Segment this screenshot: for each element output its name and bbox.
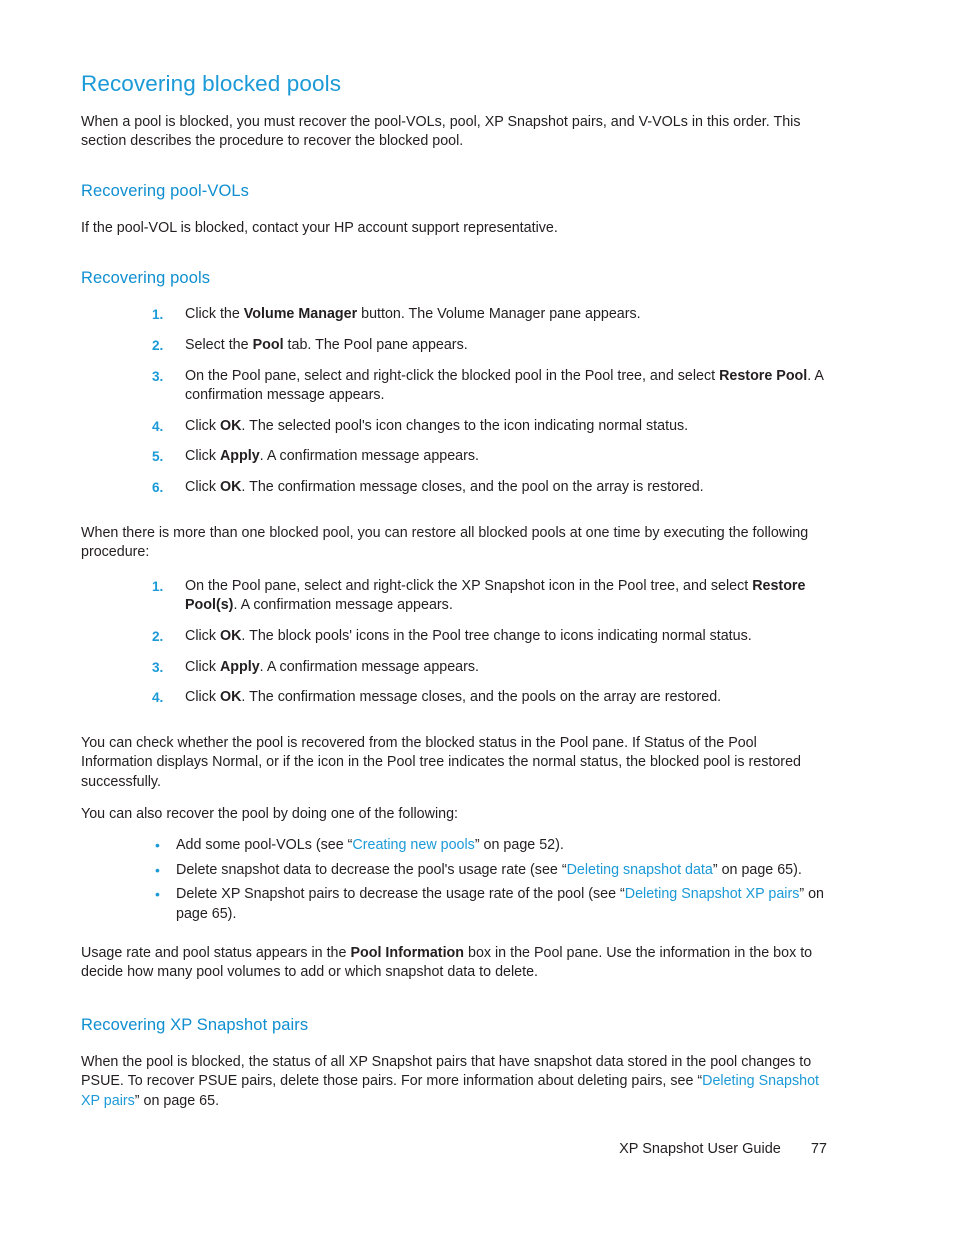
ui-control-name: Restore Pool: [719, 367, 808, 384]
list-item: 3. Click Apply. A confirmation message ap…: [152, 658, 831, 678]
cross-reference-link[interactable]: Creating new pools: [352, 837, 474, 853]
check-status-paragraph: You can check whether the pool is recove…: [81, 734, 801, 790]
list-item: 1. On the Pool pane, select and right-cli…: [152, 577, 831, 616]
usage-rate-paragraph: Usage rate and pool status appears in th…: [81, 944, 831, 983]
document-page: Recovering blocked pools When a pool is …: [0, 0, 954, 1235]
step-text: Click: [185, 417, 220, 434]
ui-control-name: OK: [219, 479, 242, 496]
step-number: 3.: [152, 659, 164, 675]
list-item: 6. Click OK. The confirmation message clo…: [152, 478, 831, 498]
section-heading-recovering-pools: Recovering pools: [81, 268, 211, 287]
bullet-icon: •: [155, 886, 160, 903]
bullet-icon: •: [155, 861, 160, 878]
multi-pool-intro-paragraph: When there is more than one blocked pool…: [81, 524, 809, 561]
list-item: 5. Click Apply. A confirmation message ap…: [152, 447, 831, 467]
steps-list-multi: 1. On the Pool pane, select and right-cli…: [152, 577, 831, 708]
step-number: 3.: [152, 368, 164, 384]
ui-control-name: OK: [219, 689, 242, 706]
page-footer: XP Snapshot User Guide 77: [0, 1141, 954, 1157]
ui-control-name: Apply: [219, 448, 260, 465]
page-content: Recovering blocked pools When a pool is …: [81, 71, 831, 1112]
bullet-text: ” on page 65).: [712, 861, 802, 878]
bullet-text: Delete snapshot data to decrease the poo…: [176, 861, 567, 878]
step-number: 2.: [152, 338, 164, 354]
xp-snapshot-pairs-paragraph: When the pool is blocked, the status of …: [81, 1053, 831, 1112]
bullet-icon: •: [155, 837, 160, 854]
cross-reference-link[interactable]: Deleting Snapshot XP pairs: [625, 886, 800, 902]
step-text: button. The Volume Manager pane appears.: [357, 306, 641, 323]
step-text: . The confirmation message closes, and t…: [241, 479, 704, 496]
list-item: • Delete snapshot data to decrease the po…: [152, 861, 831, 881]
step-text: Click: [185, 479, 220, 496]
steps-list-primary: 1. Click the Volume Manager button. The V…: [152, 305, 831, 497]
step-number: 1.: [152, 578, 164, 594]
alternatives-lead-paragraph: You can also recover the pool by doing o…: [81, 805, 459, 822]
step-text: . A confirmation message appears.: [259, 448, 480, 465]
step-number: 2.: [152, 629, 164, 644]
page-title: Recovering blocked pools: [81, 71, 342, 96]
list-item: • Add some pool-VOLs (see “Creating new p…: [152, 836, 831, 856]
list-item: 3. On the Pool pane, select and right-cli…: [152, 367, 831, 406]
ui-control-name: OK: [219, 417, 242, 434]
step-number: 4.: [152, 418, 164, 434]
bullet-text: ” on page 52).: [474, 837, 564, 854]
intro-paragraph-text: When a pool is blocked, you must recover…: [81, 113, 801, 150]
step-text: . A confirmation message appears.: [233, 597, 453, 614]
paragraph-text: ” on page 65.: [134, 1092, 220, 1109]
alternatives-bullet-list: • Add some pool-VOLs (see “Creating new p…: [152, 836, 831, 924]
ui-control-name: Apply: [219, 658, 260, 675]
step-text: . The selected pool's icon changes to th…: [241, 417, 689, 434]
footer-guide-name: XP Snapshot User Guide: [619, 1141, 781, 1157]
intro-paragraph: When a pool is blocked, you must recover…: [81, 113, 831, 152]
pool-vols-paragraph: If the pool-VOL is blocked, contact your…: [81, 219, 558, 236]
section-heading-recovering-xp-snapshot-pairs: Recovering XP Snapshot pairs: [81, 1015, 309, 1034]
step-number: 1.: [152, 307, 164, 323]
step-text: Click: [185, 658, 220, 675]
list-item: 2. Click OK. The block pools' icons in th…: [152, 627, 831, 647]
step-text: . A confirmation message appears.: [259, 658, 480, 675]
step-text: Click: [185, 628, 220, 644]
step-text: On the Pool pane, select and right-click…: [185, 577, 753, 594]
list-item: 4. Click OK. The confirmation message clo…: [152, 688, 831, 708]
step-number: 6.: [152, 480, 164, 496]
list-item: 2. Select the Pool tab. The Pool pane app…: [152, 336, 831, 356]
cross-reference-link[interactable]: Deleting snapshot data: [567, 862, 713, 878]
paragraph-text: Usage rate and pool status appears in th…: [81, 944, 351, 961]
list-item: 4. Click OK. The selected pool's icon cha…: [152, 417, 831, 437]
step-number: 4.: [152, 690, 164, 706]
bullet-text: Add some pool-VOLs (see “: [176, 837, 353, 854]
step-text: tab. The Pool pane appears.: [283, 337, 468, 354]
ui-control-name: Pool: [252, 337, 284, 354]
ui-control-name: Pool Information: [350, 944, 465, 961]
step-text: Click: [185, 689, 220, 706]
ui-control-name: Volume Manager: [243, 306, 358, 323]
step-text: . The block pools' icons in the Pool tre…: [241, 628, 752, 644]
step-text: . The confirmation message closes, and t…: [241, 689, 722, 706]
step-text: Click the: [185, 306, 244, 323]
section-heading-recovering-pool-vols: Recovering pool-VOLs: [81, 181, 249, 200]
step-number: 5.: [152, 449, 164, 465]
step-text: On the Pool pane, select and right-click…: [185, 367, 720, 384]
ui-control-name: OK: [219, 628, 242, 644]
list-item: • Delete XP Snapshot pairs to decrease th…: [152, 885, 831, 924]
step-text: Click: [185, 448, 220, 465]
step-text: Select the: [185, 337, 253, 354]
footer-page-number: 77: [810, 1141, 827, 1157]
list-item: 1. Click the Volume Manager button. The V…: [152, 305, 831, 325]
bullet-text: Delete XP Snapshot pairs to decrease the…: [176, 886, 625, 903]
